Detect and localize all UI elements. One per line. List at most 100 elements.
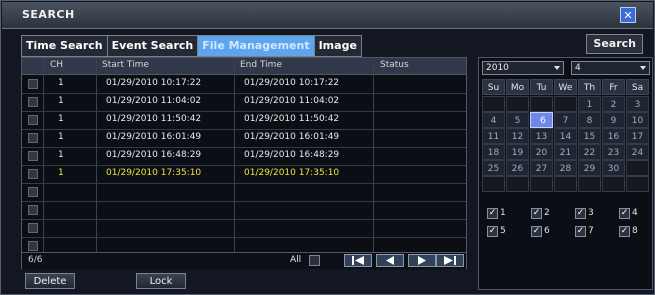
month-select[interactable]: 4 <box>571 61 650 75</box>
row-checkbox[interactable] <box>28 133 38 143</box>
select-all-checkbox[interactable] <box>309 255 320 266</box>
table-row[interactable]: 1 01/29/2010 11:04:02 01/29/2010 11:04:02 <box>22 93 466 112</box>
file-list-panel: CH Start Time End Time Status 1 01/29/201… <box>21 57 467 269</box>
row-checkbox[interactable] <box>28 151 38 161</box>
calendar-day[interactable]: 14 <box>554 128 577 144</box>
title-bar: SEARCH ✕ <box>2 2 653 29</box>
row-checkbox[interactable] <box>28 187 38 197</box>
tab-file-management[interactable]: File Management <box>198 36 315 56</box>
calendar-day[interactable]: 21 <box>554 144 577 160</box>
prev-icon[interactable] <box>376 254 404 267</box>
calendar-day[interactable]: 18 <box>482 144 505 160</box>
cell-ch: 1 <box>58 78 64 88</box>
calendar-blank-cell <box>482 96 505 112</box>
calendar-day[interactable]: 2 <box>602 96 625 112</box>
col-end-time: End Time <box>240 60 282 70</box>
search-button[interactable]: Search <box>586 34 643 54</box>
window-title: SEARCH <box>22 8 75 21</box>
calendar-day[interactable]: 7 <box>554 112 577 128</box>
calendar-day[interactable]: 30 <box>602 160 625 176</box>
cell-ch: 1 <box>58 132 64 142</box>
chevron-down-icon <box>554 66 560 70</box>
skip-first-icon[interactable] <box>344 254 372 267</box>
col-status: Status <box>380 60 409 70</box>
row-checkbox[interactable] <box>28 205 38 215</box>
weekday-label: Tu <box>530 79 553 95</box>
calendar-day[interactable]: 29 <box>578 160 601 176</box>
calendar-day[interactable]: 12 <box>506 128 529 144</box>
channel-label: 7 <box>588 226 594 236</box>
calendar-day[interactable]: 11 <box>482 128 505 144</box>
channel-checkbox[interactable]: ✓ 7 <box>575 226 615 238</box>
table-row[interactable]: 1 01/29/2010 16:01:49 01/29/2010 16:01:49 <box>22 129 466 148</box>
calendar-day[interactable]: 15 <box>578 128 601 144</box>
calendar-day[interactable]: 5 <box>506 112 529 128</box>
calendar-day[interactable]: 10 <box>626 112 649 128</box>
table-row[interactable]: 1 01/29/2010 16:48:29 01/29/2010 16:48:29 <box>22 147 466 166</box>
year-select[interactable]: 2010 <box>482 61 564 75</box>
channel-checkbox[interactable]: ✓ 6 <box>531 226 571 238</box>
calendar-day[interactable]: 25 <box>482 160 505 176</box>
calendar-blank-cell <box>530 96 553 112</box>
channel-checkbox[interactable]: ✓ 8 <box>619 226 655 238</box>
tab-image[interactable]: Image <box>314 36 361 56</box>
tab-event-search[interactable]: Event Search <box>107 36 199 56</box>
calendar-day[interactable]: 19 <box>506 144 529 160</box>
skip-last-icon[interactable] <box>436 254 464 267</box>
table-footer: 6/6 All <box>22 252 466 269</box>
check-icon: ✓ <box>575 226 586 237</box>
close-icon[interactable]: ✕ <box>620 7 636 23</box>
calendar-day[interactable]: 27 <box>530 160 553 176</box>
cell-ch: 1 <box>58 114 64 124</box>
row-checkbox[interactable] <box>28 169 38 179</box>
weekday-label: Fr <box>602 79 625 95</box>
row-checkbox[interactable] <box>28 223 38 233</box>
calendar-day[interactable]: 8 <box>578 112 601 128</box>
calendar-day[interactable]: 23 <box>602 144 625 160</box>
table-row[interactable]: 1 01/29/2010 11:50:42 01/29/2010 11:50:42 <box>22 111 466 130</box>
channel-checkbox[interactable]: ✓ 5 <box>487 226 527 238</box>
col-ch: CH <box>50 60 64 70</box>
cell-end-time: 01/29/2010 16:48:29 <box>244 150 340 160</box>
channel-checkbox[interactable]: ✓ 1 <box>487 208 527 220</box>
table-row[interactable]: 1 01/29/2010 10:17:22 01/29/2010 10:17:22 <box>22 75 466 94</box>
row-checkbox[interactable] <box>28 97 38 107</box>
channel-checkbox[interactable]: ✓ 4 <box>619 208 655 220</box>
calendar-day[interactable]: 4 <box>482 112 505 128</box>
table-row[interactable] <box>22 183 466 202</box>
row-checkbox[interactable] <box>28 79 38 89</box>
row-checkbox[interactable] <box>28 115 38 125</box>
calendar-day[interactable]: 22 <box>578 144 601 160</box>
next-icon[interactable] <box>408 254 436 267</box>
table-row[interactable] <box>22 201 466 220</box>
check-icon: ✓ <box>619 208 630 219</box>
calendar-day[interactable]: 6 <box>530 112 553 128</box>
calendar-day[interactable]: 24 <box>626 144 649 160</box>
cell-start-time: 01/29/2010 10:17:22 <box>106 78 202 88</box>
tab-bar: Time Search Event Search File Management… <box>21 35 362 57</box>
table-row[interactable] <box>22 219 466 238</box>
cell-end-time: 01/29/2010 17:35:10 <box>244 168 340 178</box>
row-checkbox[interactable] <box>28 241 38 251</box>
cell-ch: 1 <box>58 96 64 106</box>
cell-end-time: 01/29/2010 11:04:02 <box>244 96 340 106</box>
calendar-day[interactable]: 17 <box>626 128 649 144</box>
calendar-day[interactable]: 20 <box>530 144 553 160</box>
calendar-day[interactable]: 16 <box>602 128 625 144</box>
tab-time-search[interactable]: Time Search <box>22 36 108 56</box>
calendar-day[interactable]: 1 <box>578 96 601 112</box>
delete-button[interactable]: Delete <box>25 273 75 289</box>
cell-end-time: 01/29/2010 10:17:22 <box>244 78 340 88</box>
calendar-day[interactable]: 9 <box>602 112 625 128</box>
calendar-day[interactable]: 13 <box>530 128 553 144</box>
calendar-day[interactable]: 26 <box>506 160 529 176</box>
channel-checkbox[interactable]: ✓ 3 <box>575 208 615 220</box>
calendar-day[interactable]: 28 <box>554 160 577 176</box>
cell-end-time: 01/29/2010 16:01:49 <box>244 132 340 142</box>
calendar-day[interactable]: 3 <box>626 96 649 112</box>
table-row[interactable]: 1 01/29/2010 17:35:10 01/29/2010 17:35:10 <box>22 165 466 184</box>
channel-checkbox[interactable]: ✓ 2 <box>531 208 571 220</box>
lock-button[interactable]: Lock <box>136 273 186 289</box>
col-start-time: Start Time <box>102 60 149 70</box>
cell-start-time: 01/29/2010 11:50:42 <box>106 114 202 124</box>
